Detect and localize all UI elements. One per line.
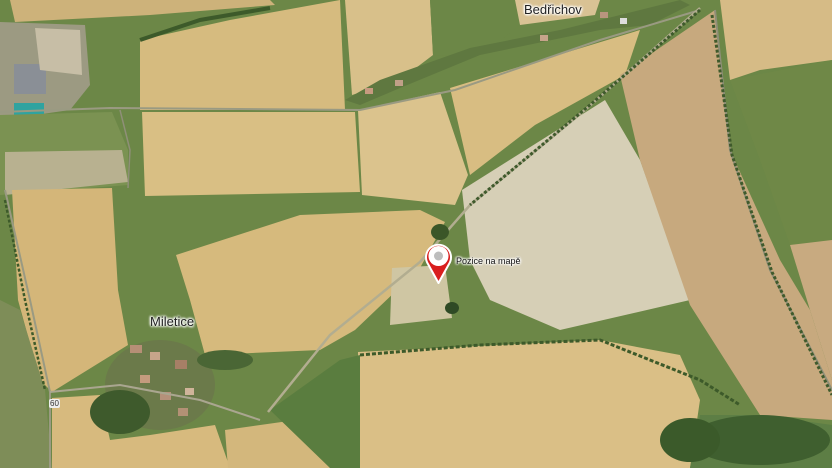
road-number-marker: 60 — [49, 399, 60, 408]
place-label-bedrichov: Bedřichov — [524, 2, 582, 17]
map-pin-icon[interactable] — [424, 242, 453, 286]
place-label-miletice: Miletice — [150, 314, 195, 329]
aerial-imagery — [0, 0, 832, 468]
map-view[interactable]: Bedřichov Miletice 60 Pozice na mapě — [0, 0, 832, 468]
pin-label: Pozice na mapě — [456, 256, 521, 266]
